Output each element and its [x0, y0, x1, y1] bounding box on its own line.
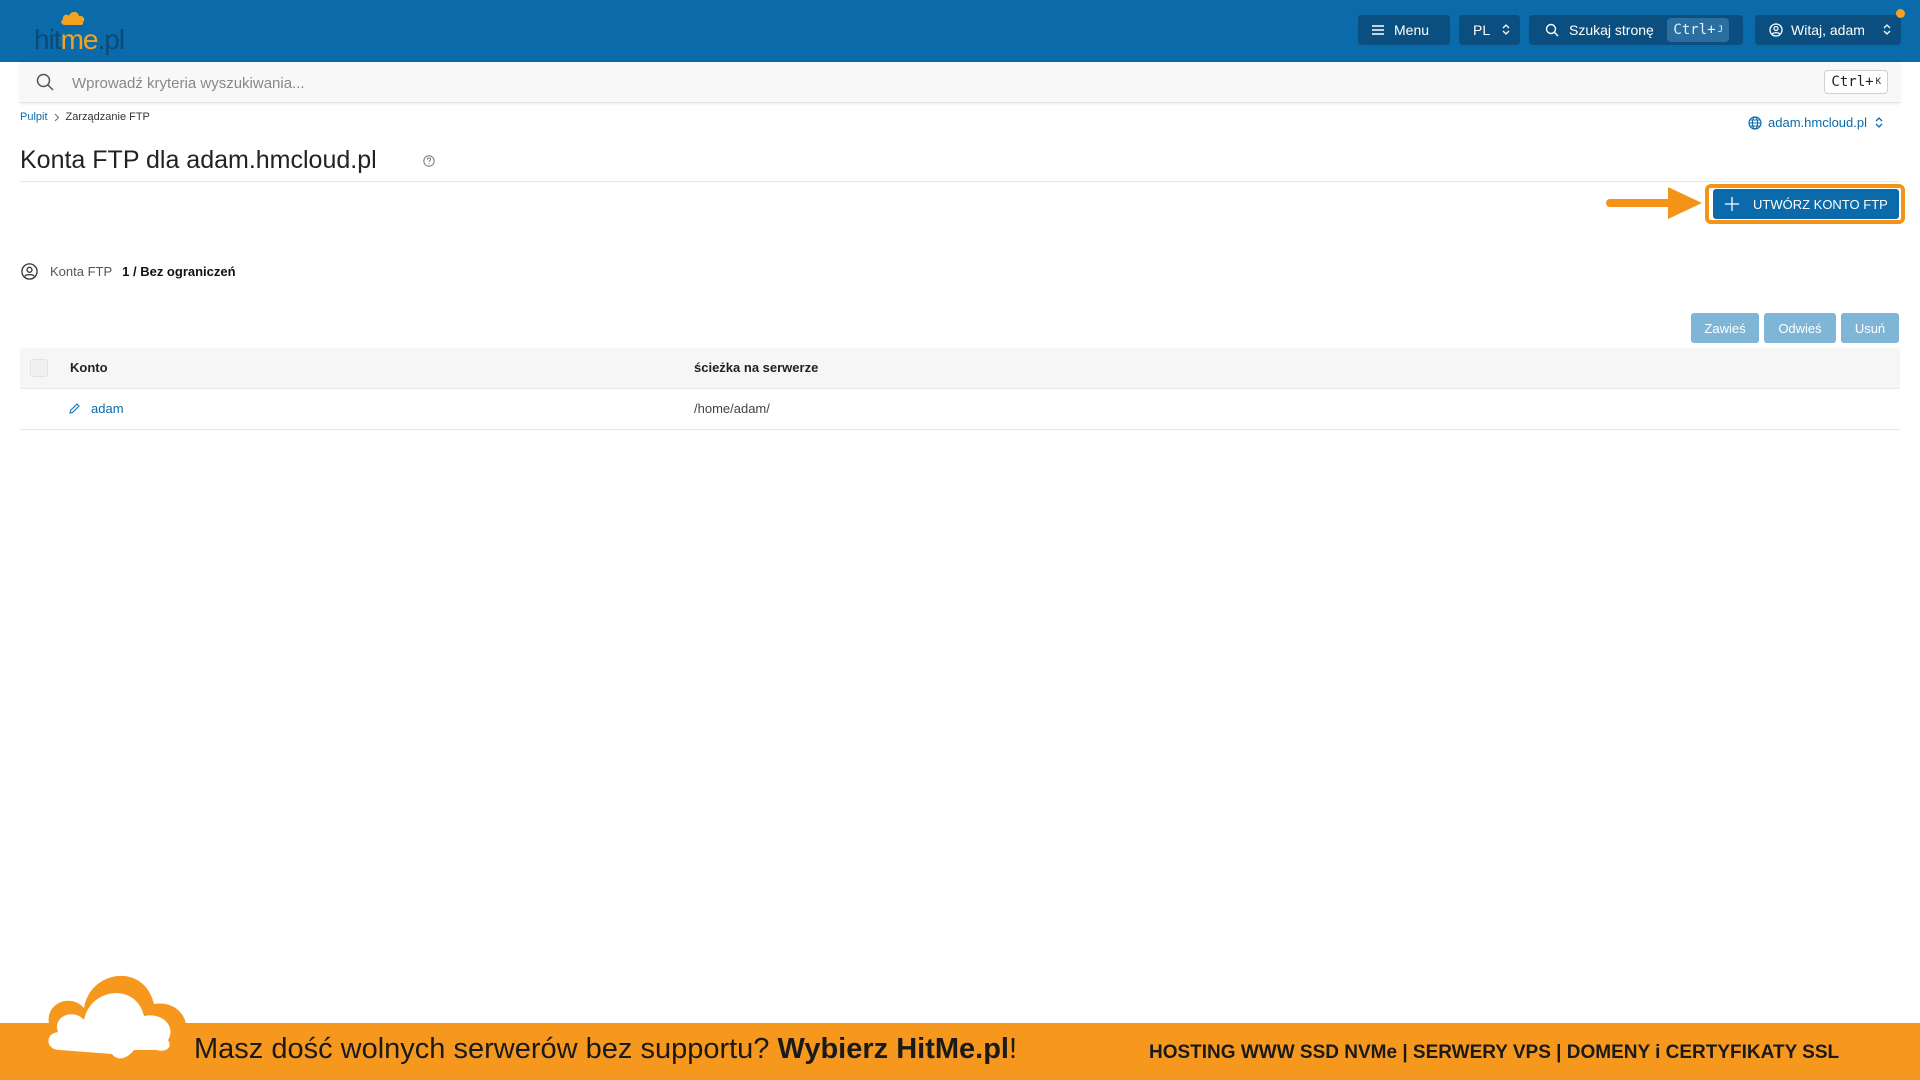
user-greeting: Witaj, adam: [1791, 22, 1865, 38]
language-selector[interactable]: PL: [1459, 15, 1520, 45]
unsuspend-button[interactable]: Odwieś: [1764, 313, 1836, 343]
account-link[interactable]: adam: [91, 401, 124, 416]
hamburger-icon: [1372, 25, 1384, 35]
ftp-accounts-stat: Konta FTP 1 / Bez ograniczeń: [21, 263, 236, 280]
updown-chevron-icon: [1502, 24, 1510, 35]
promo-banner[interactable]: Masz dość wolnych serwerów bez supportu?…: [0, 1023, 1920, 1080]
promo-banner-message: Masz dość wolnych serwerów bez supportu?…: [194, 1033, 1018, 1065]
menu-button-label: Menu: [1394, 22, 1430, 38]
breadcrumb: Pulpit Zarządzanie FTP: [20, 111, 150, 123]
page-search-button[interactable]: Szukaj stronę Ctrl+ J: [1529, 15, 1743, 45]
help-icon[interactable]: [423, 155, 435, 167]
user-circle-icon: [21, 263, 38, 280]
title-divider: [20, 181, 1900, 182]
page-search-shortcut: Ctrl+ J: [1667, 18, 1729, 42]
create-ftp-account-button[interactable]: UTWÓRZ KONTO FTP: [1713, 189, 1899, 219]
pencil-icon[interactable]: [69, 403, 80, 414]
top-navbar: hitme.pl Menu PL Szukaj stronę Ctrl+ J Wi…: [0, 0, 1920, 62]
plus-icon: [1725, 197, 1739, 211]
chevron-right-icon: [54, 113, 59, 121]
column-header-path: ścieżka na serwerze: [694, 360, 819, 375]
user-menu-button[interactable]: Witaj, adam: [1755, 15, 1901, 45]
breadcrumb-home-link[interactable]: Pulpit: [20, 111, 48, 123]
column-header-account: Konto: [70, 360, 108, 375]
globe-icon: [1748, 115, 1762, 130]
table-header: Konto ścieżka na serwerze: [20, 348, 1900, 388]
account-path: /home/adam/: [694, 401, 770, 416]
ftp-accounts-stat-value: 1 / Bez ograniczeń: [122, 264, 236, 279]
page-title: Konta FTP dla adam.hmcloud.pl: [20, 146, 377, 174]
search-icon: [1545, 23, 1559, 37]
user-circle-icon: [1769, 23, 1783, 37]
breadcrumb-current: Zarządzanie FTP: [65, 111, 150, 123]
global-search-shortcut: Ctrl+ K: [1824, 70, 1888, 94]
global-search-input[interactable]: [70, 68, 1774, 98]
domain-selector-label: adam.hmcloud.pl: [1768, 115, 1867, 130]
select-all-checkbox[interactable]: [30, 359, 48, 377]
ftp-accounts-table: Konto ścieżka na serwerze adam /home/ada…: [20, 348, 1900, 430]
language-label: PL: [1473, 22, 1491, 38]
page-search-label: Szukaj stronę: [1569, 22, 1654, 38]
logo-text: hitme.pl: [34, 24, 125, 55]
promo-banner-services: HOSTING WWW SSD NVMe | SERWERY VPS | DOM…: [1149, 1042, 1840, 1063]
hitme-logo[interactable]: hitme.pl: [34, 10, 125, 55]
menu-button[interactable]: Menu: [1358, 15, 1450, 45]
delete-button[interactable]: Usuń: [1841, 313, 1899, 343]
updown-chevron-icon: [1875, 117, 1883, 128]
cloud-icon: [37, 975, 187, 1061]
create-ftp-account-label: UTWÓRZ KONTO FTP: [1753, 196, 1888, 212]
notification-dot: [1896, 9, 1905, 18]
global-search-bar: Ctrl+K: [20, 62, 1900, 103]
updown-chevron-icon: [1883, 24, 1891, 35]
domain-selector[interactable]: adam.hmcloud.pl: [1748, 115, 1883, 130]
highlight-arrow-icon: [1606, 187, 1702, 219]
table-row: adam /home/adam/: [20, 388, 1900, 430]
search-icon: [36, 73, 54, 91]
suspend-button[interactable]: Zawieś: [1691, 313, 1759, 343]
ftp-accounts-stat-label: Konta FTP: [50, 264, 113, 279]
